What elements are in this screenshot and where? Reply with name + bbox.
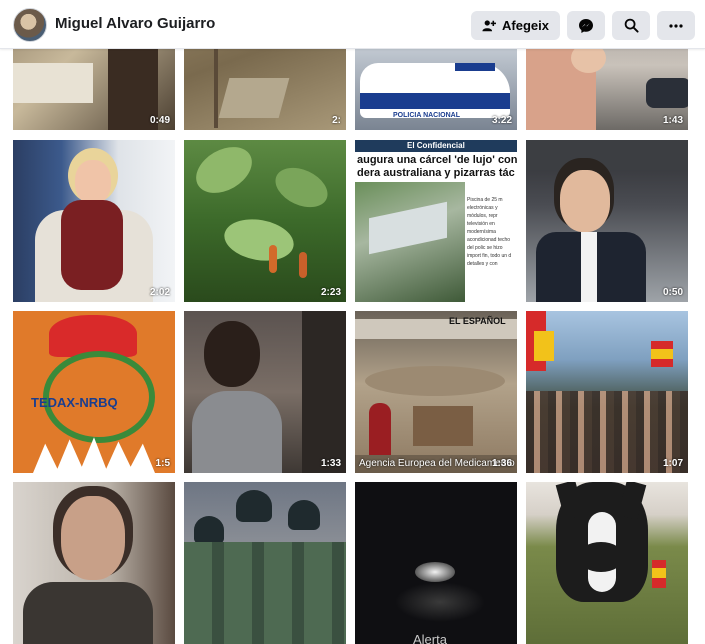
badge-text: TEDAX-NRBQ [31, 395, 118, 410]
video-thumbnail[interactable]: 1:07 [526, 311, 688, 473]
video-duration: 2: [332, 115, 341, 126]
video-duration: 1:36 [491, 458, 512, 469]
video-duration: 1:07 [662, 458, 683, 469]
profile-name[interactable]: Miguel Alvaro Guijarro [55, 15, 215, 32]
more-options-button[interactable] [657, 11, 695, 40]
messenger-icon [578, 18, 594, 34]
avatar[interactable] [13, 8, 47, 42]
news-source: El Confidencial [407, 141, 465, 150]
video-thumbnail[interactable]: 0:50 [526, 140, 688, 302]
video-thumbnail[interactable] [13, 482, 175, 644]
video-duration: 1:33 [320, 458, 341, 469]
more-icon [669, 23, 683, 28]
car-caption: POLICIA NACIONAL [393, 112, 461, 119]
news-source: EL ESPAÑOL [449, 316, 506, 326]
video-duration: 0:50 [662, 287, 683, 298]
video-thumbnail[interactable]: El Confidencial augura una cárcel 'de lu… [355, 140, 517, 302]
profile-header: Miguel Alvaro Guijarro Afegeix [0, 0, 705, 49]
video-thumbnail[interactable]: Alerta [355, 482, 517, 644]
news-body: Piscina de 25 m electrónicas y módulos, … [467, 197, 512, 267]
video-thumbnail[interactable]: 2:23 [184, 140, 346, 302]
video-thumbnail[interactable]: TEDAX-NRBQ 1:5 [13, 311, 175, 473]
add-friend-label: Afegeix [502, 18, 549, 33]
news-headline: augura una cárcel 'de lujo' con [357, 154, 517, 166]
video-thumbnail[interactable]: 2:02 [13, 140, 175, 302]
add-friend-icon [482, 19, 497, 33]
video-duration: 3:22 [491, 115, 512, 126]
search-button[interactable] [612, 11, 650, 40]
messenger-button[interactable] [567, 11, 605, 40]
search-icon [624, 18, 639, 33]
video-duration: 2:02 [149, 287, 170, 298]
news-headline: dera australiana y pizarras tác [357, 167, 515, 179]
video-duration: 1:43 [662, 115, 683, 126]
video-duration: 2:23 [320, 287, 341, 298]
video-duration: 0:49 [149, 115, 170, 126]
video-thumbnail[interactable] [184, 482, 346, 644]
video-thumbnail[interactable]: 1:33 [184, 311, 346, 473]
video-thumbnail[interactable]: EL ESPAÑOL Agencia Europea del Medicamen… [355, 311, 517, 473]
video-caption: Alerta [413, 632, 447, 644]
video-duration: 1:5 [155, 458, 170, 469]
add-friend-button[interactable]: Afegeix [471, 11, 560, 40]
video-thumbnail[interactable] [526, 482, 688, 644]
